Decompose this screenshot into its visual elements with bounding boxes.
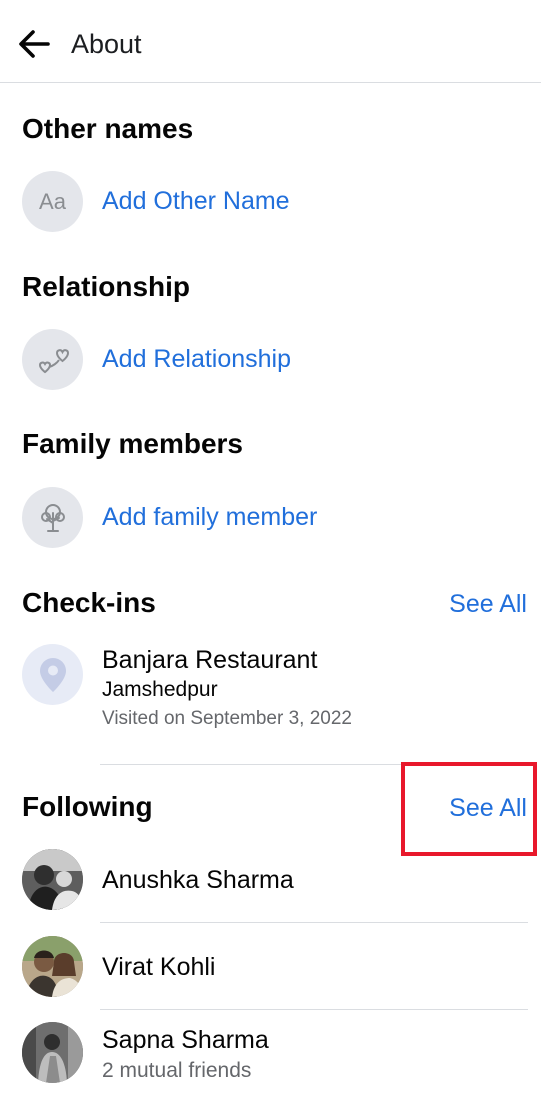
section-title-following: Following — [22, 791, 153, 822]
location-pin-icon — [22, 644, 83, 705]
aa-glyph: Aa — [39, 188, 66, 214]
text-aa-icon: Aa — [22, 171, 83, 232]
check-in-item[interactable]: Banjara Restaurant Jamshedpur Visited on… — [22, 644, 532, 739]
section-title-check-ins: Check-ins — [22, 587, 156, 618]
section-divider — [100, 764, 530, 765]
mutual-friends-count: 2 mutual friends — [102, 1059, 252, 1082]
section-title-family-members: Family members — [22, 428, 243, 459]
back-button[interactable] — [14, 24, 54, 64]
following-item-anushka-sharma[interactable]: Anushka Sharma — [22, 849, 532, 911]
add-family-member-label[interactable]: Add family member — [102, 501, 317, 533]
check-ins-see-all-link[interactable]: See All — [449, 588, 527, 620]
avatar — [22, 936, 83, 997]
following-person-name: Anushka Sharma — [102, 866, 294, 894]
check-in-visited-date: Visited on September 3, 2022 — [102, 708, 352, 729]
list-divider — [100, 922, 528, 923]
add-family-member-button[interactable]: Add family member — [22, 487, 522, 549]
add-other-name-label[interactable]: Add Other Name — [102, 185, 290, 217]
avatar — [22, 849, 83, 910]
section-title-other-names: Other names — [22, 113, 194, 144]
following-item-virat-kohli[interactable]: Virat Kohli — [22, 936, 532, 998]
following-person-name: Virat Kohli — [102, 953, 216, 981]
list-divider — [100, 1009, 528, 1010]
hearts-icon — [22, 329, 83, 390]
check-in-city: Jamshedpur — [102, 678, 218, 701]
add-relationship-label[interactable]: Add Relationship — [102, 343, 291, 375]
avatar — [22, 1022, 83, 1083]
following-person-name: Sapna Sharma — [102, 1026, 269, 1054]
back-arrow-icon — [19, 30, 50, 58]
following-see-all-link[interactable]: See All — [449, 792, 527, 824]
following-item-sapna-sharma[interactable]: Sapna Sharma 2 mutual friends — [22, 1022, 532, 1084]
family-tree-icon — [22, 487, 83, 548]
add-other-name-button[interactable]: Aa Add Other Name — [22, 171, 522, 233]
add-relationship-button[interactable]: Add Relationship — [22, 329, 522, 391]
top-bar: About — [0, 0, 541, 83]
section-title-relationship: Relationship — [22, 271, 191, 302]
check-in-place-name: Banjara Restaurant — [102, 646, 318, 674]
page-title: About — [71, 29, 142, 59]
